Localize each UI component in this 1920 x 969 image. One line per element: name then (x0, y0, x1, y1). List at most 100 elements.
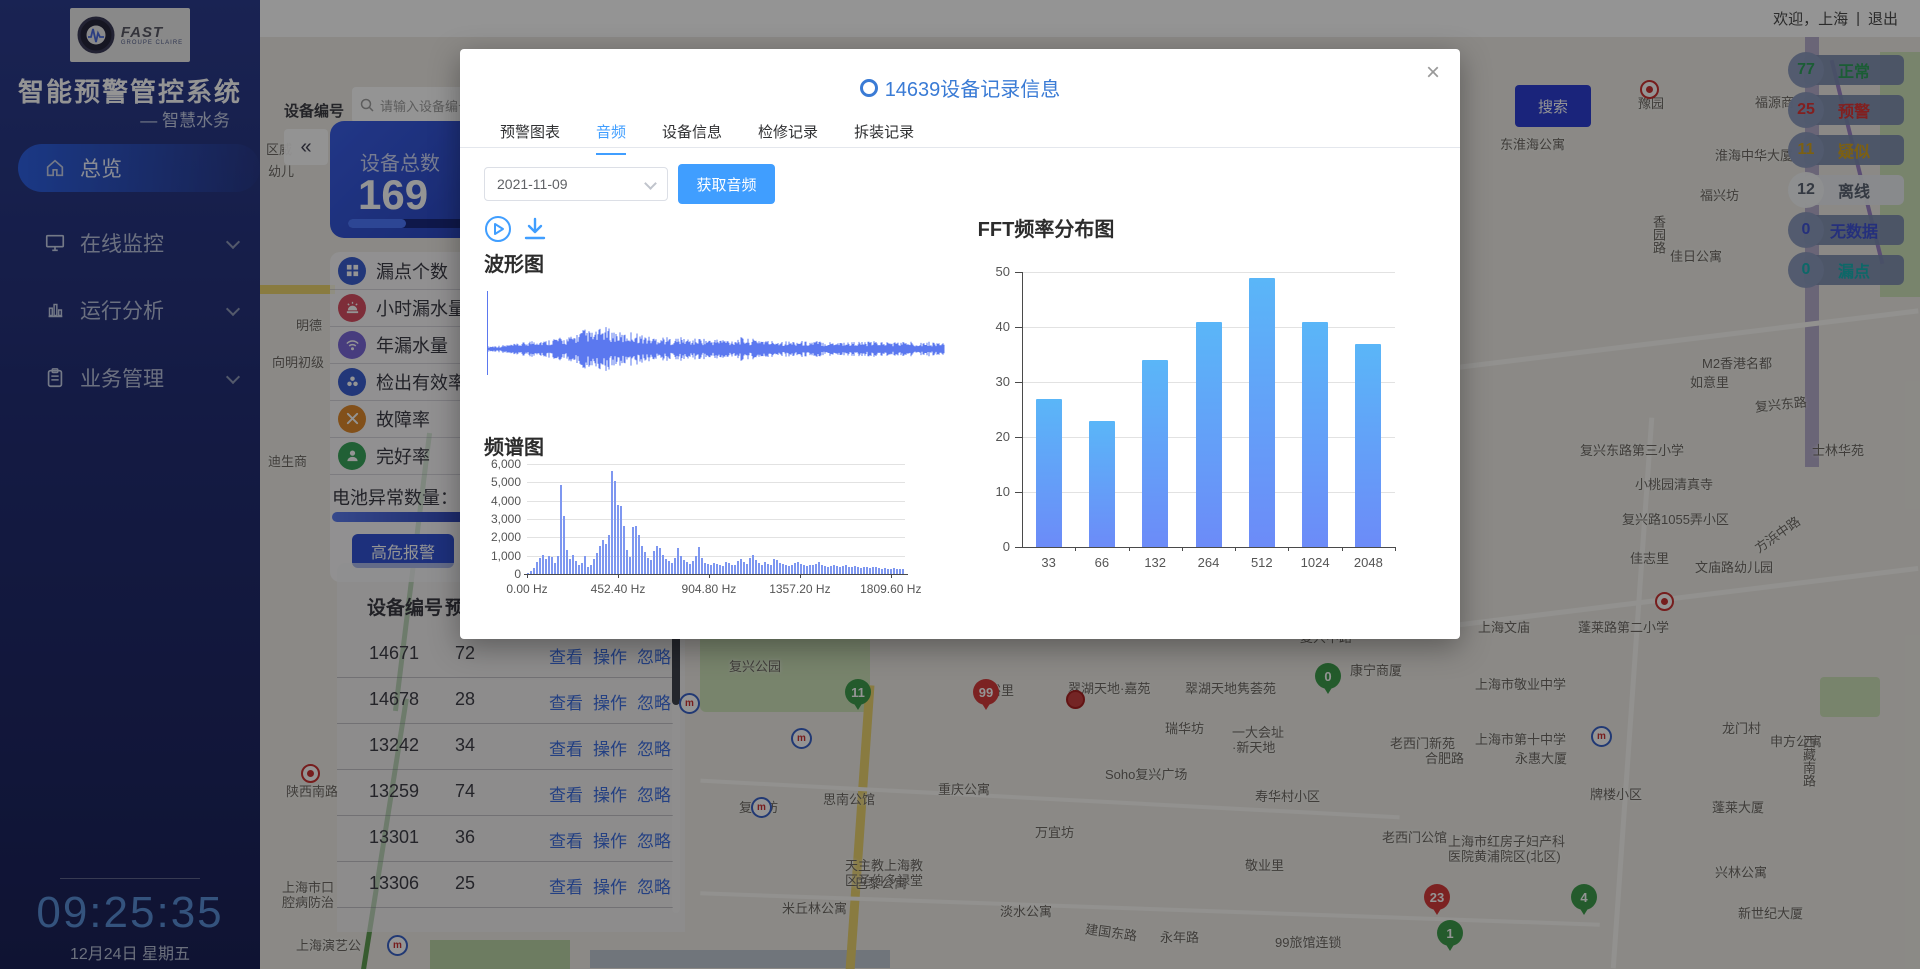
spectrum-bar (572, 555, 574, 574)
spectrum-bar (647, 558, 649, 575)
fft-y-tick (1015, 492, 1022, 493)
tab-音频[interactable]: 音频 (596, 121, 626, 155)
fft-bar-33 (1036, 399, 1062, 548)
spectrum-bar (737, 561, 739, 574)
spectrum-xtick-label: 0.00 Hz (487, 582, 567, 596)
modal-title-wrap: 14639设备记录信息 (460, 73, 1460, 102)
tab-拆装记录[interactable]: 拆装记录 (854, 121, 914, 155)
spectrum-gridline (527, 501, 905, 502)
spectrum-bar (692, 561, 694, 574)
spectrum-bar (614, 481, 616, 574)
spectrum-bar (608, 535, 610, 574)
spectrum-ytick-label: 6,000 (484, 457, 521, 471)
date-select[interactable]: 2021-11-09 (484, 167, 668, 201)
close-icon[interactable]: × (1426, 61, 1440, 85)
spectrum-bar (641, 546, 643, 574)
spectrum-bar (770, 565, 772, 574)
spectrum-bar (680, 556, 682, 574)
spectrum-bar (578, 565, 580, 575)
download-audio-icon[interactable] (522, 216, 548, 242)
spectrum-bar (683, 560, 685, 574)
fft-xtick-label: 132 (1130, 555, 1180, 570)
fft-xtick-label: 264 (1184, 555, 1234, 570)
fft-y-tick (1015, 327, 1022, 328)
spectrum-bar (833, 565, 835, 575)
spectrum-bar (605, 544, 607, 574)
spectrum-bar (665, 559, 667, 574)
tab-设备信息[interactable]: 设备信息 (662, 121, 722, 155)
spectrum-ytick-label: 1,000 (484, 549, 521, 563)
spectrum-x-tick (618, 574, 619, 578)
spectrum-bar (632, 527, 634, 574)
fft-y-tick (1015, 272, 1022, 273)
spectrum-xtick-label: 904.80 Hz (669, 582, 749, 596)
spectrum-bar (617, 505, 619, 574)
spectrum-bar (713, 563, 715, 574)
spectrum-bar (836, 566, 838, 574)
fft-y-axis (1022, 272, 1023, 547)
spectrum-bar (743, 562, 745, 574)
play-audio-icon[interactable] (484, 215, 512, 243)
fft-x-tick (1075, 547, 1076, 551)
spectrum-bar (638, 535, 640, 574)
fft-x-tick (1288, 547, 1289, 551)
spectrum-bar (746, 564, 748, 574)
spectrum-bar (587, 567, 589, 574)
spectrum-ytick-label: 2,000 (484, 530, 521, 544)
fft-gridline (1023, 382, 1395, 383)
spectrum-bar (611, 471, 613, 574)
spectrum-bar (728, 563, 730, 574)
spectrum-chart: 6,0005,0004,0003,0002,0001,00000.00 Hz45… (484, 453, 924, 611)
fft-chart-title: FFT频率分布图 (915, 213, 1177, 242)
spectrum-bar (842, 566, 844, 574)
fft-ytick-label: 0 (970, 539, 1010, 554)
fft-ytick-label: 10 (970, 484, 1010, 499)
fft-bar-2048 (1355, 344, 1381, 548)
spectrum-xtick-label: 452.40 Hz (578, 582, 658, 596)
spectrum-bar (656, 546, 658, 574)
spectrum-bar (782, 564, 784, 574)
spectrum-bar (827, 567, 829, 574)
fft-ytick-label: 30 (970, 374, 1010, 389)
fft-bar-512 (1249, 278, 1275, 548)
spectrum-bar (848, 567, 850, 574)
tab-预警图表[interactable]: 预警图表 (500, 121, 560, 155)
spectrum-ytick-label: 0 (484, 567, 521, 581)
spectrum-bar (752, 555, 754, 574)
spectrum-bar (554, 563, 556, 574)
spectrum-x-tick (527, 574, 528, 578)
spectrum-bar (785, 565, 787, 574)
spectrum-bar (644, 552, 646, 574)
spectrum-x-axis (524, 574, 908, 575)
spectrum-bar (719, 565, 721, 574)
spectrum-ytick-label: 4,000 (484, 494, 521, 508)
spectrum-bar (653, 551, 655, 574)
spectrum-bar (854, 566, 856, 574)
modal-title: 14639设备记录信息 (885, 73, 1061, 102)
spectrum-ytick-label: 3,000 (484, 512, 521, 526)
app-root: FAST GROUPE CLAIRE 智能预警管控系统 — 智慧水务 总览在线监… (0, 0, 1920, 969)
spectrum-bar (662, 555, 664, 574)
fft-ytick-label: 50 (970, 264, 1010, 279)
spectrum-bar (866, 567, 868, 574)
spectrum-bar (710, 565, 712, 574)
spectrum-bar (539, 558, 541, 575)
spectrum-bar (707, 564, 709, 574)
fft-bar-264 (1196, 322, 1222, 548)
spectrum-bar (722, 566, 724, 574)
spectrum-bar (689, 564, 691, 574)
spectrum-bar (755, 560, 757, 574)
fft-xtick-label: 66 (1077, 555, 1127, 570)
modal-tabs: 预警图表 音频 设备信息 检修记录 拆装记录 (500, 121, 914, 155)
fft-x-tick (1129, 547, 1130, 551)
spectrum-bar (671, 563, 673, 574)
spectrum-bar (542, 555, 544, 574)
fetch-audio-button[interactable]: 获取音频 (678, 164, 775, 204)
spectrum-x-tick (709, 574, 710, 578)
spectrum-bar (845, 565, 847, 574)
spectrum-bar (764, 562, 766, 574)
tab-检修记录[interactable]: 检修记录 (758, 121, 818, 155)
spectrum-bar (599, 546, 601, 574)
spectrum-bar (797, 562, 799, 574)
spectrum-bar (857, 567, 859, 574)
